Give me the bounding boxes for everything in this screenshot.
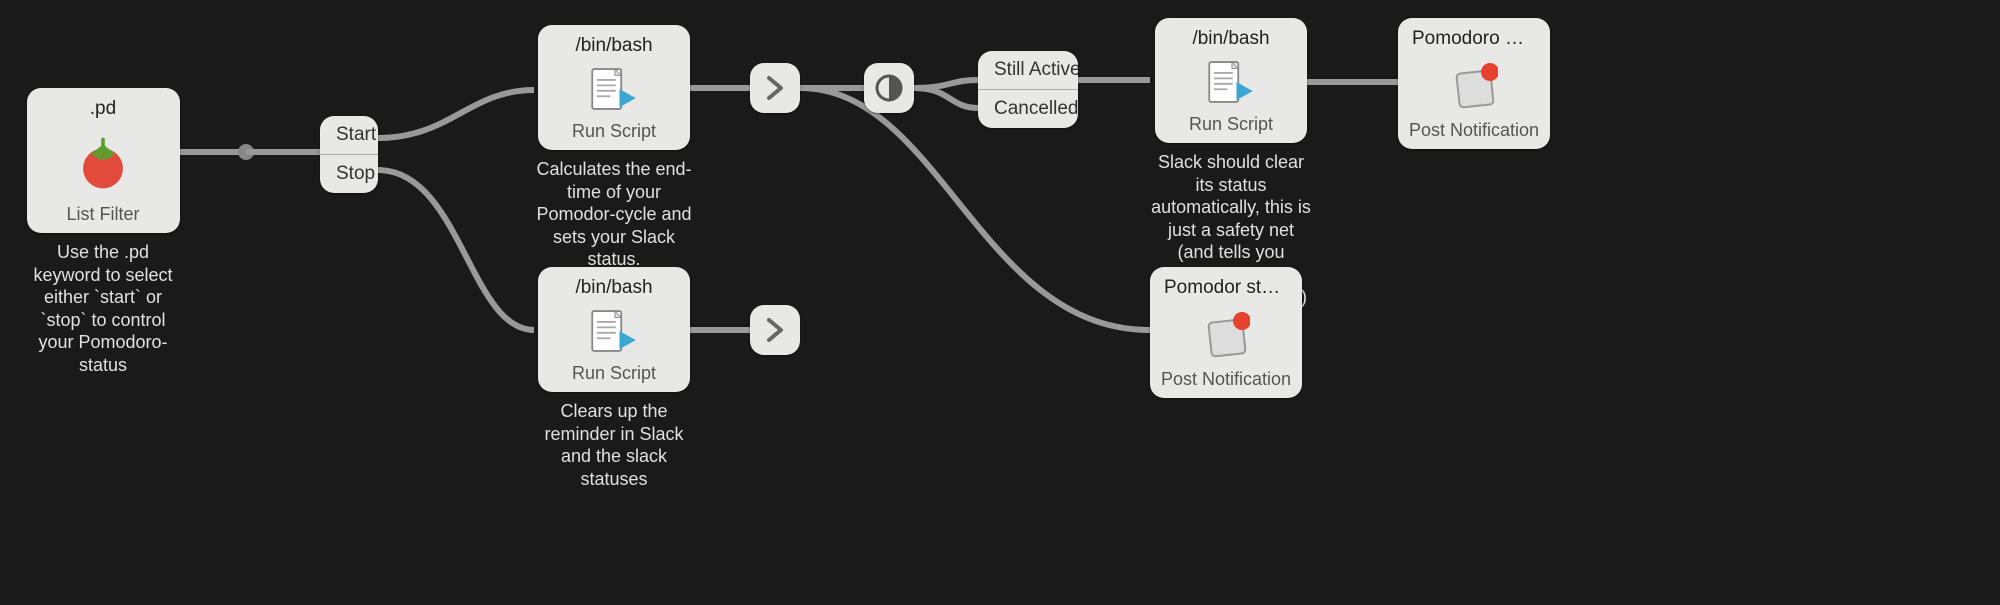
script-subtitle: Run Script [572,363,656,384]
list-filter-title: .pd [33,98,174,120]
status-switch-node[interactable]: Still Active Cancelled [978,51,1078,128]
script-doc-icon [585,309,643,353]
run-script-start-node[interactable]: /bin/bash Run Script Calculates the end-… [534,25,694,271]
notification-started-node[interactable]: Pomodor started for … Post Notification [1150,267,1302,398]
script-desc: Calculates the end-time of your Pomodor-… [534,158,694,271]
run-script-stop-node[interactable]: /bin/bash Run Script Clears up the remin… [534,267,694,490]
script-doc-icon [1202,60,1260,104]
notif-title: Pomodor started for … [1156,277,1296,299]
chevron-right-icon [761,74,789,102]
script-subtitle: Run Script [1189,114,1273,135]
notification-icon [1202,311,1250,359]
status-switch-cancelled[interactable]: Cancelled [978,89,1078,128]
notification-done-node[interactable]: Pomodoro Done! Post Notification [1398,18,1550,149]
list-filter-node[interactable]: .pd List Filter Use the .pd keyword to s… [25,88,181,376]
half-circle-icon [874,73,904,103]
arg-switch-stop[interactable]: Stop [320,154,378,193]
script-title: /bin/bash [1161,28,1301,50]
notification-icon [1450,62,1498,110]
script-title: /bin/bash [544,35,684,57]
notif-title: Pomodoro Done! [1404,28,1544,50]
passthrough-node-bottom[interactable] [750,305,800,355]
script-doc-icon [585,67,643,111]
notif-subtitle: Post Notification [1161,369,1291,390]
delay-node[interactable] [864,63,914,113]
arg-switch-start[interactable]: Start [320,116,378,154]
list-filter-subtitle: List Filter [66,204,139,225]
list-filter-desc: Use the .pd keyword to select either `st… [25,241,181,376]
passthrough-node-top[interactable] [750,63,800,113]
script-subtitle: Run Script [572,121,656,142]
status-switch-active[interactable]: Still Active [978,51,1078,89]
arg-switch-node[interactable]: Start Stop [320,116,378,193]
tomato-icon [74,134,132,192]
chevron-right-icon [761,316,789,344]
run-script-clear-node[interactable]: /bin/bash Run Script Slack should clear … [1150,18,1312,309]
notif-subtitle: Post Notification [1409,120,1539,141]
script-desc: Clears up the reminder in Slack and the … [534,400,694,490]
script-title: /bin/bash [544,277,684,299]
